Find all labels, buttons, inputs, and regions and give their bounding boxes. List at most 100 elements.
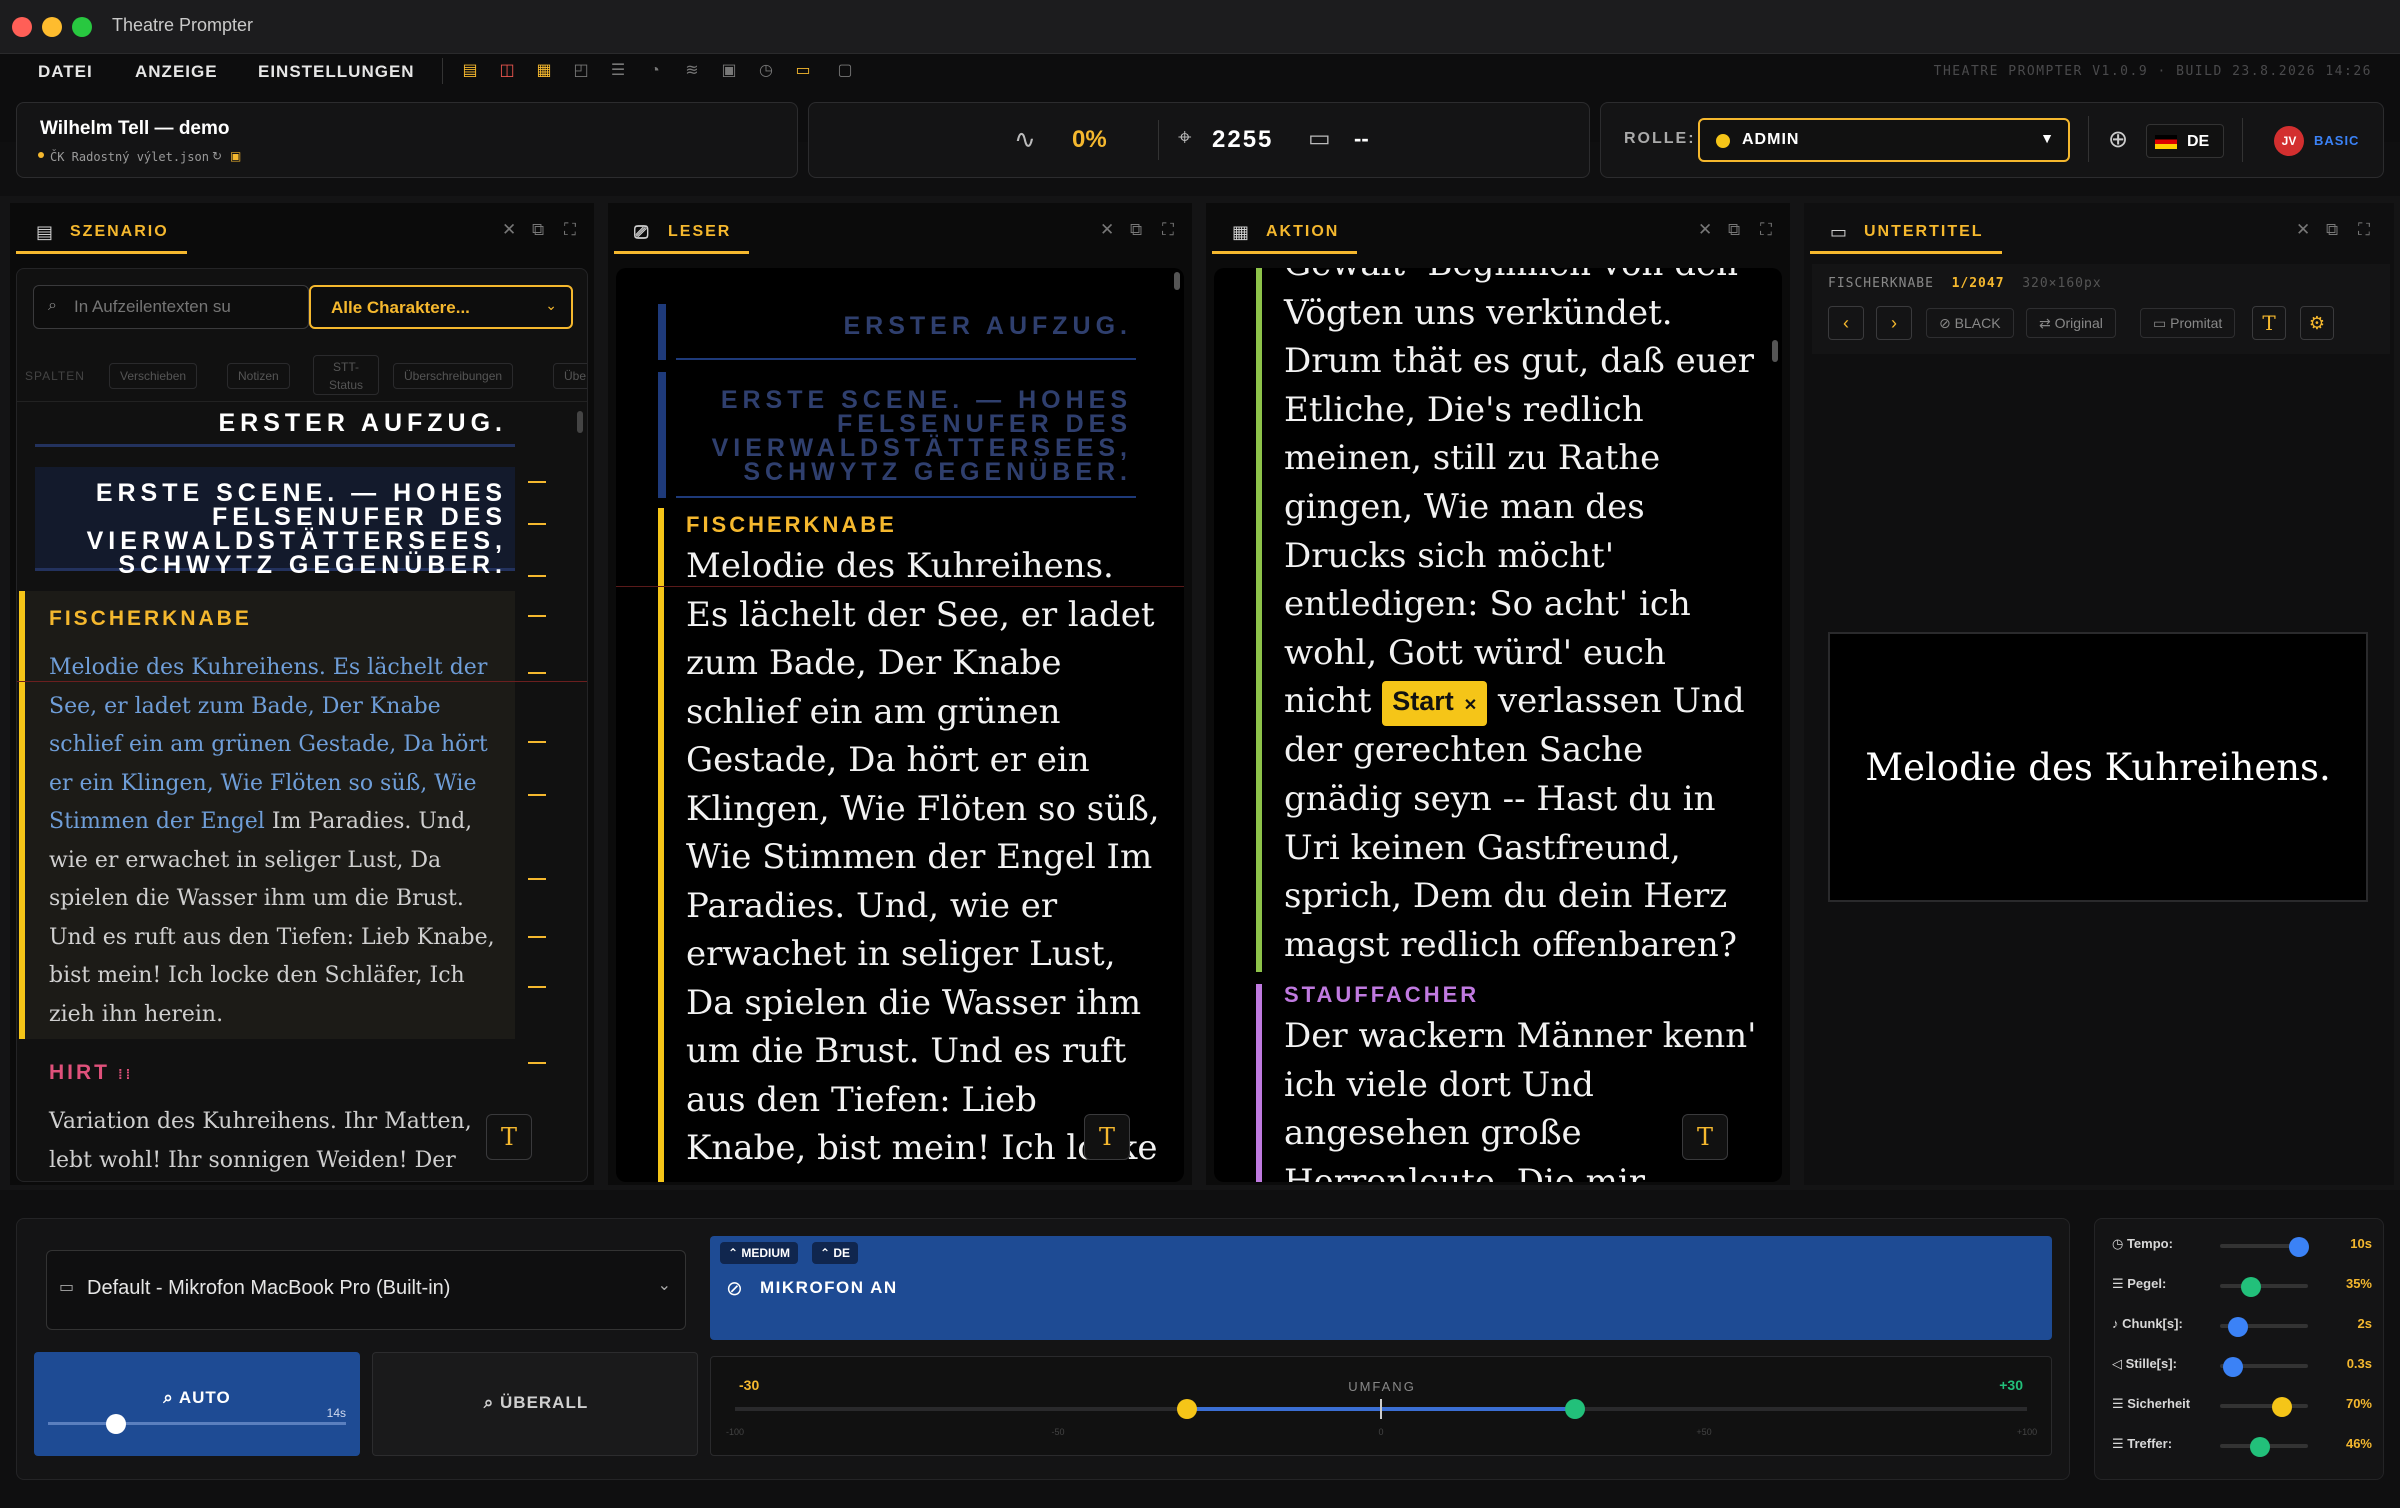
column-toggle-more[interactable]: Übe bbox=[553, 363, 587, 389]
slider-row[interactable]: ☰ Pegel: 35% bbox=[2112, 1268, 2372, 1302]
range-tick-label: +50 bbox=[1696, 1427, 1712, 1437]
popout-icon[interactable]: ⧉ bbox=[532, 220, 544, 240]
black-button[interactable]: ⊘ BLACK bbox=[1926, 308, 2014, 338]
slider-row[interactable]: ♪ Chunk[s]: 2s bbox=[2112, 1308, 2372, 1342]
search-input[interactable] bbox=[74, 294, 298, 320]
line-text: Variation des Kuhreihens. Ihr Matten, le… bbox=[49, 1109, 472, 1173]
popout-icon[interactable]: ⧉ bbox=[1728, 220, 1740, 240]
language-select[interactable]: DE bbox=[2146, 124, 2224, 158]
slider-row[interactable]: ☰ Treffer: 46% bbox=[2112, 1428, 2372, 1462]
auto-slider-track[interactable] bbox=[48, 1422, 346, 1425]
language-badge[interactable]: ⌃ DE bbox=[812, 1242, 859, 1264]
slider-knob[interactable] bbox=[2250, 1437, 2271, 1457]
auto-mode-button[interactable]: ⌕ AUTO 14s bbox=[34, 1352, 360, 1456]
clapper-icon[interactable]: ▦ bbox=[533, 60, 555, 82]
auto-slider-knob[interactable] bbox=[106, 1414, 126, 1434]
mic-device-select[interactable]: ▭ Default - Mikrofon MacBook Pro (Built-… bbox=[46, 1250, 686, 1330]
slider-row[interactable]: ☰ Sicherheit 70% bbox=[2112, 1388, 2372, 1422]
close-icon[interactable]: ✕ bbox=[502, 220, 516, 240]
start-marker[interactable]: Start ✕ bbox=[1382, 681, 1488, 727]
scrollbar[interactable] bbox=[577, 411, 583, 433]
maximize-window-button[interactable] bbox=[72, 17, 92, 37]
slider-knob[interactable] bbox=[2227, 1317, 2248, 1337]
slider-knob[interactable] bbox=[2271, 1397, 2292, 1417]
sync-icon[interactable]: ↻ bbox=[212, 149, 222, 163]
tab-leser[interactable]: ⎚ LESER bbox=[614, 210, 750, 254]
drag-handle-icon[interactable]: ⁞⁞ bbox=[118, 1066, 133, 1082]
menu-anzeige[interactable]: ANZEIGE bbox=[135, 62, 218, 82]
comment-icon[interactable]: ▭ bbox=[1308, 124, 1331, 153]
clock-icon[interactable]: ◷ bbox=[755, 60, 777, 82]
cast-icon: ▭ bbox=[2153, 315, 2171, 331]
overall-mode-button[interactable]: ⌕ ÜBERALL bbox=[372, 1352, 698, 1456]
slider-track[interactable] bbox=[2220, 1284, 2308, 1288]
column-toggle-overrides[interactable]: Überschreibungen bbox=[393, 363, 514, 389]
slider-row[interactable]: ◁ Stille[s]: 0.3s bbox=[2112, 1348, 2372, 1382]
book-icon[interactable]: ◰ bbox=[570, 60, 592, 82]
fullscreen-icon[interactable]: ⛶ bbox=[564, 220, 576, 240]
search-box[interactable]: ⌕ bbox=[33, 285, 309, 329]
location-pin-icon: ⌖ bbox=[1178, 124, 1192, 151]
wifi-icon[interactable]: ≋ bbox=[681, 60, 703, 82]
scene-heading-act: ERSTER AUFZUG. bbox=[676, 312, 1136, 360]
next-subtitle-button[interactable]: › bbox=[1876, 306, 1912, 340]
scrollbar[interactable] bbox=[1174, 272, 1180, 290]
promitat-button[interactable]: ▭ Promitat bbox=[2140, 308, 2236, 338]
model-badge[interactable]: ⌃ MEDIUM bbox=[720, 1242, 799, 1264]
close-icon[interactable]: ✕ bbox=[1464, 697, 1477, 714]
save-icon[interactable]: ▣ bbox=[230, 149, 241, 163]
project-title: Wilhelm Tell — demo bbox=[40, 118, 230, 139]
text-size-button[interactable]: T bbox=[2252, 306, 2286, 340]
slider-knob[interactable] bbox=[2289, 1237, 2310, 1257]
fullscreen-icon[interactable]: ⛶ bbox=[1760, 220, 1772, 240]
user-avatar[interactable]: JV bbox=[2274, 126, 2304, 156]
chevron-down-icon: ⌄ bbox=[545, 297, 557, 313]
popout-icon[interactable]: ⧉ bbox=[1130, 220, 1142, 240]
tab-szenario[interactable]: ▤ SZENARIO bbox=[16, 210, 187, 254]
tab-aktion[interactable]: ▦ AKTION bbox=[1212, 210, 1358, 254]
range-low-knob[interactable] bbox=[1177, 1399, 1198, 1419]
text-size-button[interactable]: T bbox=[1084, 1114, 1130, 1160]
menu-datei[interactable]: DATEI bbox=[38, 62, 93, 82]
character-filter[interactable]: Alle Charaktere... ⌄ bbox=[309, 285, 573, 329]
range-center-mark bbox=[1380, 1399, 1382, 1419]
close-icon[interactable]: ✕ bbox=[1698, 220, 1712, 240]
character-filter-value: Alle Charaktere... bbox=[331, 298, 470, 317]
close-icon[interactable]: ✕ bbox=[2296, 220, 2310, 240]
role-name: STAUFFACHER bbox=[1284, 982, 1480, 1007]
monitor-icon[interactable]: ▢ bbox=[834, 60, 856, 82]
slider-row[interactable]: ◷ Tempo: 10s bbox=[2112, 1228, 2372, 1262]
slider-track[interactable] bbox=[2220, 1404, 2308, 1408]
column-toggle-stt[interactable]: STT-Status bbox=[313, 355, 379, 395]
scrollbar[interactable] bbox=[1772, 340, 1778, 362]
fullscreen-icon[interactable]: ⛶ bbox=[2358, 220, 2370, 240]
gear-icon[interactable]: ⚙ bbox=[2300, 306, 2334, 340]
slider-value: 46% bbox=[2345, 1436, 2372, 1451]
mic-status-bar[interactable]: ⌃ MEDIUM ⌃ DE ⊘ MIKROFON AN bbox=[710, 1236, 2052, 1340]
role-select[interactable]: ADMIN ▼ bbox=[1698, 118, 2070, 162]
grid-icon[interactable]: ▣ bbox=[718, 60, 740, 82]
text-size-button[interactable]: T bbox=[1682, 1114, 1728, 1160]
globe-icon[interactable]: ⊕ bbox=[2108, 125, 2128, 154]
range-high-knob[interactable] bbox=[1564, 1399, 1585, 1419]
column-toggle-notes[interactable]: Notizen bbox=[227, 363, 290, 389]
original-button[interactable]: ⇄ Original bbox=[2026, 308, 2116, 338]
slider-knob[interactable] bbox=[2223, 1357, 2244, 1377]
fullscreen-icon[interactable]: ⛶ bbox=[1162, 220, 1174, 240]
close-window-button[interactable] bbox=[12, 17, 32, 37]
document-icon[interactable]: ▤ bbox=[459, 60, 481, 82]
range-tick-label: -100 bbox=[725, 1427, 744, 1437]
menu-einstellungen[interactable]: EINSTELLUNGEN bbox=[258, 62, 415, 82]
list-icon[interactable]: ☰ bbox=[607, 60, 629, 82]
presentation-icon[interactable]: ◫ bbox=[496, 60, 518, 82]
text-size-button[interactable]: T bbox=[486, 1114, 532, 1160]
minimize-window-button[interactable] bbox=[42, 17, 62, 37]
prev-subtitle-button[interactable]: ‹ bbox=[1828, 306, 1864, 340]
subtitle-icon[interactable]: ▭ bbox=[792, 60, 814, 82]
tab-untertitel[interactable]: ▭ UNTERTITEL bbox=[1810, 210, 2002, 254]
column-toggle-move[interactable]: Verschieben bbox=[109, 363, 198, 389]
slider-knob[interactable] bbox=[2240, 1277, 2261, 1297]
popout-icon[interactable]: ⧉ bbox=[2326, 220, 2338, 240]
bell-icon[interactable]: ◔ bbox=[644, 60, 666, 82]
close-icon[interactable]: ✕ bbox=[1100, 220, 1114, 240]
